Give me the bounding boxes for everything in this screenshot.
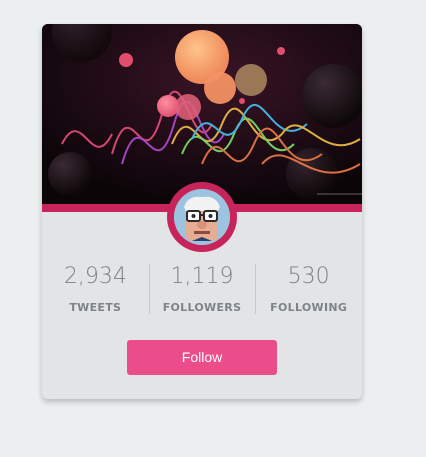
avatar[interactable] — [167, 182, 237, 252]
follow-button[interactable]: Follow — [127, 340, 277, 375]
tweets-label: TWEETS — [69, 301, 122, 314]
profile-stats: 2,934 TWEETS 1,119 FOLLOWERS 530 FOLLOWI… — [42, 260, 362, 320]
stat-followers[interactable]: 1,119 FOLLOWERS — [148, 260, 256, 320]
cover-image — [42, 24, 362, 204]
stat-following[interactable]: 530 FOLLOWING — [255, 260, 362, 320]
followers-label: FOLLOWERS — [162, 301, 242, 314]
cartoon-old-man-avatar-icon — [174, 189, 230, 245]
followers-count: 1,119 — [170, 264, 234, 289]
following-count: 530 — [287, 264, 330, 289]
following-label: FOLLOWING — [270, 301, 348, 314]
tweets-count: 2,934 — [63, 264, 127, 289]
profile-card: 2,934 TWEETS 1,119 FOLLOWERS 530 FOLLOWI… — [42, 24, 362, 399]
stat-tweets[interactable]: 2,934 TWEETS — [42, 260, 149, 320]
